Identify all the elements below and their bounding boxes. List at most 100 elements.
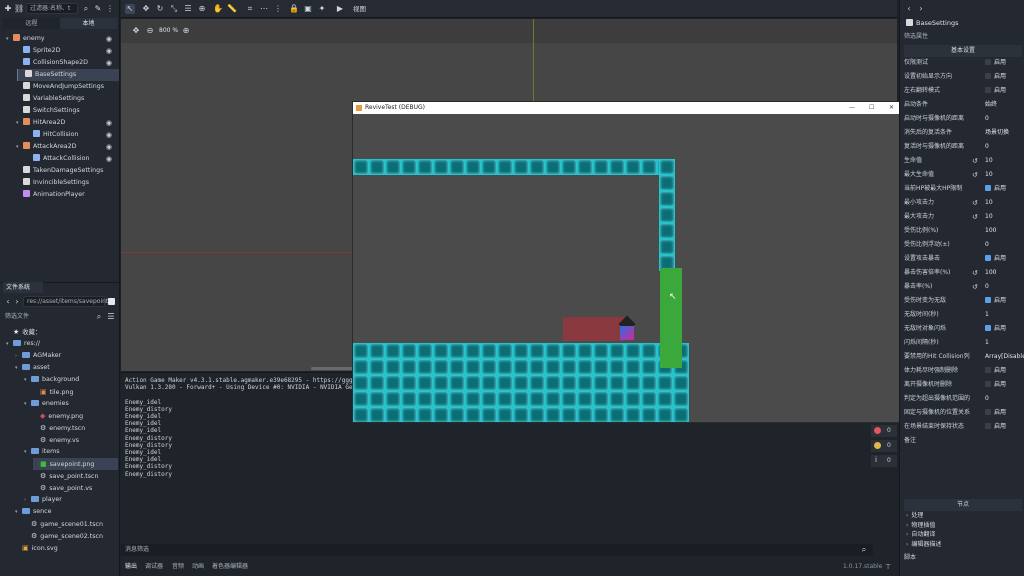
tree-row[interactable]: TakenDamageSettings	[16, 165, 118, 177]
checkbox-icon[interactable]	[985, 59, 991, 65]
file-item[interactable]: › AGMaker	[15, 350, 118, 362]
tab-remote[interactable]: 远程	[3, 18, 60, 29]
property-row[interactable]: 暴击伤害倍率(%) ↺ 100	[904, 267, 1022, 279]
property-row[interactable]: 启动条件 始终	[904, 99, 1022, 111]
property-value[interactable]: 启用	[985, 407, 1006, 419]
tab-local[interactable]: 本地	[60, 18, 117, 29]
property-value[interactable]: 100	[985, 267, 996, 279]
property-value[interactable]: 启用	[985, 323, 1006, 335]
expand-arrow-icon[interactable]: ▾	[16, 141, 23, 153]
tree-row[interactable]: SwitchSettings	[16, 105, 118, 117]
rotate-tool-icon[interactable]: ↻	[155, 4, 165, 14]
property-row[interactable]: 受伤时变为无敌 启用	[904, 295, 1022, 307]
expand-arrow-icon[interactable]: ▾	[6, 338, 13, 350]
checkbox-icon[interactable]	[985, 409, 991, 415]
checkbox-icon[interactable]	[985, 367, 991, 373]
tree-row[interactable]: AttackCollision ◉	[26, 153, 118, 165]
scale-tool-icon[interactable]: ⤡	[169, 4, 179, 14]
property-value[interactable]: 1	[985, 309, 989, 321]
property-row[interactable]: 仅限测试 启用	[904, 57, 1022, 69]
zoom-in-icon[interactable]: ⊕	[181, 26, 191, 36]
node-group[interactable]: › 自动翻译	[906, 530, 935, 540]
expand-arrow-icon[interactable]: ▾	[24, 374, 31, 386]
maximize-button[interactable]: ☐	[869, 102, 874, 114]
file-item[interactable]: ⚙ enemy.vs	[33, 434, 118, 446]
add-node-icon[interactable]: ✚	[3, 4, 13, 14]
file-item[interactable]: ⚙ game_scene02.tscn	[24, 530, 118, 542]
property-value[interactable]: 10	[985, 197, 993, 209]
reset-icon[interactable]: ↺	[972, 267, 978, 279]
section-node[interactable]: 节点	[904, 499, 1022, 511]
tree-row[interactable]: CollisionShape2D ◉	[16, 57, 118, 69]
reset-icon[interactable]: ↺	[972, 281, 978, 293]
property-value[interactable]: 10	[985, 169, 993, 181]
bottom-tab[interactable]: 动画	[192, 561, 204, 573]
expand-arrow-icon[interactable]: ▾	[6, 33, 13, 45]
property-row[interactable]: 判定为超出摄像机范围的 0	[904, 393, 1022, 405]
visibility-eye-icon[interactable]: ◉	[106, 45, 112, 57]
group-icon[interactable]: ▣	[303, 4, 313, 14]
section-basic-settings[interactable]: 基本设置	[904, 45, 1022, 57]
expand-arrow-icon[interactable]: ▾	[24, 446, 31, 458]
game-window-titlebar[interactable]: ReviveTest (DEBUG) — ☐ ✕	[353, 102, 901, 114]
tree-row[interactable]: MoveAndJumpSettings	[16, 81, 118, 93]
property-value[interactable]: 始终	[985, 99, 997, 111]
property-row[interactable]: 设置攻击暴击 启用	[904, 253, 1022, 265]
file-item[interactable]: ◆ enemy.png	[33, 410, 118, 422]
expand-arrow-icon[interactable]: ▾	[24, 398, 31, 410]
property-row[interactable]: 当前HP被最大HP限制 启用	[904, 183, 1022, 195]
property-value[interactable]: 启用	[985, 71, 1006, 83]
reset-icon[interactable]: ↺	[972, 211, 978, 223]
link-icon[interactable]: ⛓	[14, 4, 24, 14]
file-item[interactable]: ▾ sence	[15, 506, 118, 518]
property-filter-input[interactable]: 筛选属性	[904, 31, 1022, 43]
reset-icon[interactable]: ↺	[972, 197, 978, 209]
visibility-eye-icon[interactable]: ◉	[106, 57, 112, 69]
expand-arrow-icon[interactable]: ▾	[15, 506, 22, 518]
file-filter-input[interactable]: 筛选文件	[5, 311, 85, 322]
property-value[interactable]: 100	[985, 225, 996, 237]
file-item[interactable]: ▾ res://	[6, 338, 118, 350]
visibility-eye-icon[interactable]: ◉	[106, 141, 112, 153]
warning-counter[interactable]: 0	[871, 440, 897, 452]
pan-tool-icon[interactable]: ✋	[213, 4, 223, 14]
node-group[interactable]: › 物理插值	[906, 521, 935, 531]
property-value[interactable]: 启用	[985, 295, 1006, 307]
history-back-icon[interactable]: ‹	[904, 4, 914, 14]
lock-icon[interactable]: 🔒	[289, 4, 299, 14]
file-item[interactable]: ★ 收藏：	[6, 326, 118, 338]
pan-icon[interactable]: ✥	[131, 26, 141, 36]
property-value[interactable]: 启用	[985, 57, 1006, 69]
property-row[interactable]: 最小攻击力 ↺ 10	[904, 197, 1022, 209]
node-group[interactable]: › 编辑器描述	[906, 540, 941, 550]
pivot-tool-icon[interactable]: ⊕	[197, 4, 207, 14]
zoom-out-icon[interactable]: ⊖	[145, 26, 155, 36]
tree-row[interactable]: ▾ enemy ◉	[6, 33, 118, 45]
property-value[interactable]: 场景切换	[985, 127, 1009, 139]
expand-arrow-icon[interactable]: ›	[15, 350, 22, 362]
property-value[interactable]: 启用	[985, 421, 1006, 433]
select-tool-icon[interactable]: ↖	[125, 4, 135, 14]
game-canvas[interactable]: ↖	[353, 114, 901, 422]
property-row[interactable]: 最大攻击力 ↺ 10	[904, 211, 1022, 223]
property-value[interactable]: 启用	[985, 379, 1006, 391]
property-row[interactable]: 左右翻转模式 启用	[904, 85, 1022, 97]
property-row[interactable]: 生命值 ↺ 10	[904, 155, 1022, 167]
node-group[interactable]: › 处理	[906, 511, 923, 521]
property-value[interactable]: 1	[985, 337, 989, 349]
checkbox-checked-icon[interactable]	[985, 255, 991, 261]
move-tool-icon[interactable]: ✥	[141, 4, 151, 14]
zoom-label[interactable]: 800 %	[159, 26, 178, 36]
property-row[interactable]: 最大生命值 ↺ 10	[904, 169, 1022, 181]
tree-row[interactable]: HitCollision ◉	[26, 129, 118, 141]
file-item[interactable]: ⚙ save_point.tscn	[33, 470, 118, 482]
property-value[interactable]: 0	[985, 239, 989, 251]
sort-icon[interactable]: ☰	[106, 312, 116, 322]
tree-row[interactable]: Sprite2D ◉	[16, 45, 118, 57]
property-row[interactable]: 暴击率(%) ↺ 0	[904, 281, 1022, 293]
game-window[interactable]: ReviveTest (DEBUG) — ☐ ✕ ↖	[352, 101, 902, 423]
property-value[interactable]: 0	[985, 141, 989, 153]
property-value[interactable]: 10	[985, 155, 993, 167]
property-row[interactable]: 消失后的复活条件 场景切换	[904, 127, 1022, 139]
search-icon[interactable]: ⌕	[94, 312, 104, 322]
